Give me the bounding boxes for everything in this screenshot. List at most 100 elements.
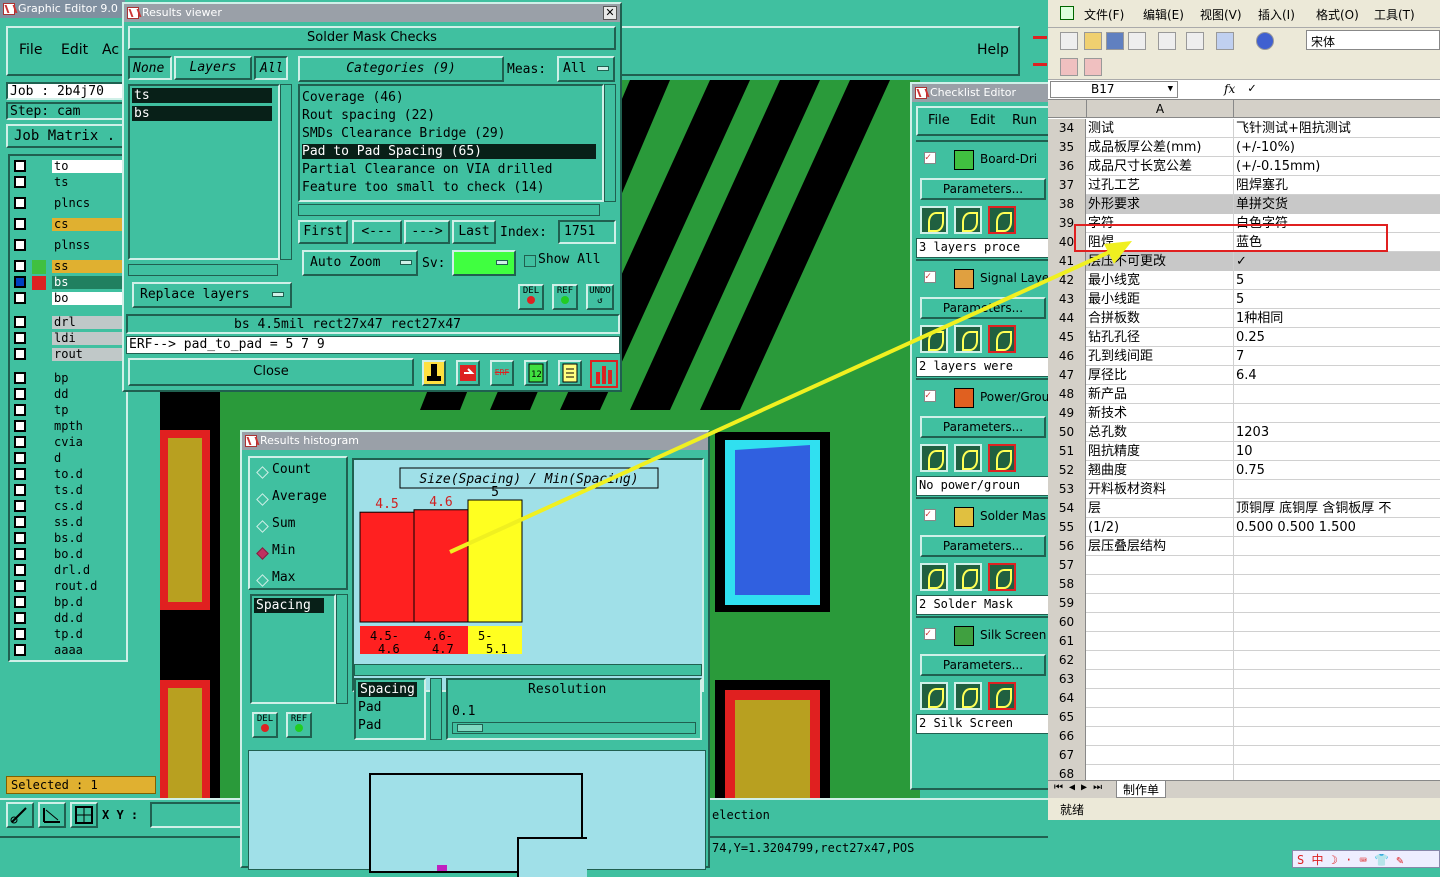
stop-run-icon[interactable] <box>988 444 1016 472</box>
cell-a[interactable]: (1/2) <box>1086 518 1234 537</box>
row-number[interactable]: 63 <box>1048 670 1086 689</box>
row-number[interactable]: 49 <box>1048 404 1086 423</box>
cell-b[interactable] <box>1234 708 1440 727</box>
stop-run-icon[interactable] <box>988 682 1016 710</box>
layer-checkbox-drl.d[interactable] <box>14 564 26 576</box>
cell-a[interactable]: 合拼板数 <box>1086 309 1234 328</box>
layer-checkbox-dd[interactable] <box>14 388 26 400</box>
row-number[interactable]: 44 <box>1048 309 1086 328</box>
undo-icon[interactable] <box>1216 32 1234 50</box>
row-number[interactable]: 51 <box>1048 442 1086 461</box>
cell-a[interactable] <box>1086 689 1234 708</box>
parameters-button[interactable]: Parameters... <box>920 178 1046 200</box>
row-number[interactable]: 36 <box>1048 157 1086 176</box>
option-count-radio[interactable] <box>256 466 269 479</box>
histogram-bottom-list[interactable]: Spacing Pad Pad <box>354 678 426 740</box>
hist-del-button[interactable]: DEL <box>252 712 278 738</box>
item-enable-checkbox[interactable]: ✓ <box>924 509 936 521</box>
cell-b[interactable]: 1203 <box>1234 423 1440 442</box>
ref-button[interactable]: REF <box>552 284 578 310</box>
resolution-slider[interactable] <box>452 722 696 734</box>
row-number[interactable]: 38 <box>1048 195 1086 214</box>
prev-button[interactable]: <--- <box>352 220 402 244</box>
layer-checkbox-mpth[interactable] <box>14 420 26 432</box>
cell-b[interactable] <box>1234 651 1440 670</box>
formula-content[interactable]: ✓ <box>1248 81 1256 96</box>
option-sum-radio[interactable] <box>256 520 269 533</box>
layer-drl[interactable]: drl <box>52 316 126 329</box>
row-number[interactable]: 66 <box>1048 727 1086 746</box>
first-button[interactable]: First <box>298 220 348 244</box>
close-button[interactable]: Close <box>128 358 414 386</box>
item-enable-checkbox[interactable]: ✓ <box>924 271 936 283</box>
layer-rout.d[interactable]: rout.d <box>52 580 126 593</box>
categories-scrollbar[interactable] <box>604 84 616 202</box>
layer-checkbox-bo.d[interactable] <box>14 548 26 560</box>
layer-to.d[interactable]: to.d <box>52 468 126 481</box>
cell-a[interactable]: 层压叠层结构 <box>1086 537 1234 556</box>
layer-bo.d[interactable]: bo.d <box>52 548 126 561</box>
cell-a[interactable] <box>1086 556 1234 575</box>
layer-tp[interactable]: tp <box>52 404 126 417</box>
next-button[interactable]: ---> <box>404 220 450 244</box>
categories-list[interactable]: Coverage (46) Rout spacing (22) SMDs Clear… <box>298 84 604 202</box>
layer-checkbox-ts.d[interactable] <box>14 484 26 496</box>
cell-b[interactable]: 5 <box>1234 290 1440 309</box>
excel-menu-format[interactable]: 格式(O) <box>1316 6 1359 23</box>
row-number[interactable]: 59 <box>1048 594 1086 613</box>
parameters-button[interactable]: Parameters... <box>920 416 1046 438</box>
new-icon[interactable] <box>1060 32 1078 50</box>
layer-bp.d[interactable]: bp.d <box>52 596 126 609</box>
print-icon[interactable] <box>1158 32 1176 50</box>
cell-a[interactable] <box>1086 594 1234 613</box>
stop-run-icon[interactable] <box>988 325 1016 353</box>
results-tool-icon-4[interactable]: 12 <box>524 360 548 386</box>
layer-cs.d[interactable]: cs.d <box>52 500 126 513</box>
layer-checkbox-cvia[interactable] <box>14 436 26 448</box>
histogram-bar-1[interactable] <box>359 511 415 623</box>
menu-help[interactable]: Help <box>977 42 1009 58</box>
hist-ref-button[interactable]: REF <box>286 712 312 738</box>
layer-aaaa[interactable]: aaaa <box>52 644 126 657</box>
layer-checkbox-cs[interactable] <box>14 218 26 230</box>
cell-a[interactable]: 厚径比 <box>1086 366 1234 385</box>
cell-b[interactable]: 10 <box>1234 442 1440 461</box>
parameters-button[interactable]: Parameters... <box>920 535 1046 557</box>
layer-bo[interactable]: bo <box>52 292 126 305</box>
open-icon[interactable] <box>1084 32 1102 50</box>
layer-list-hscrollbar[interactable] <box>128 264 278 276</box>
cell-b[interactable]: 6.4 <box>1234 366 1440 385</box>
menu-edit[interactable]: Edit <box>61 42 88 58</box>
layer-checkbox-cs.d[interactable] <box>14 500 26 512</box>
parameters-button[interactable]: Parameters... <box>920 297 1046 319</box>
show-all-checkbox[interactable] <box>524 255 536 267</box>
run-icon[interactable] <box>920 682 948 710</box>
histogram-icon[interactable] <box>590 360 618 388</box>
layer-checkbox-bp.d[interactable] <box>14 596 26 608</box>
menu-actions[interactable]: Ac <box>102 42 119 58</box>
layer-dd[interactable]: dd <box>52 388 126 401</box>
cell-a[interactable]: 过孔工艺 <box>1086 176 1234 195</box>
cell-a[interactable]: 新产品 <box>1086 385 1234 404</box>
row-number[interactable]: 62 <box>1048 651 1086 670</box>
cell-b[interactable]: 阻焊塞孔 <box>1234 176 1440 195</box>
run-all-icon[interactable] <box>954 325 982 353</box>
checklist-menu-file[interactable]: File <box>928 113 950 128</box>
measure-tool-icon[interactable] <box>38 802 66 828</box>
layer-checkbox-ldi[interactable] <box>14 332 26 344</box>
bottom-list-item-pad-2[interactable]: Pad <box>358 718 381 733</box>
layer-checkbox-bp[interactable] <box>14 372 26 384</box>
del-button[interactable]: DEL <box>518 284 544 310</box>
cell-a[interactable]: 阻抗精度 <box>1086 442 1234 461</box>
layer-list-scrollbar[interactable] <box>280 84 292 260</box>
cell-a[interactable] <box>1086 651 1234 670</box>
layer-rout[interactable]: rout <box>52 348 126 361</box>
row-number[interactable]: 60 <box>1048 613 1086 632</box>
run-all-icon[interactable] <box>954 563 982 591</box>
layer-checkbox-bs.d[interactable] <box>14 532 26 544</box>
category-item[interactable]: Partial Clearance on VIA drilled <box>302 162 552 177</box>
job-matrix-button[interactable]: Job Matrix . <box>6 124 126 148</box>
item-enable-checkbox[interactable]: ✓ <box>924 628 936 640</box>
row-number[interactable]: 53 <box>1048 480 1086 499</box>
layer-checkbox-to[interactable] <box>14 160 26 172</box>
